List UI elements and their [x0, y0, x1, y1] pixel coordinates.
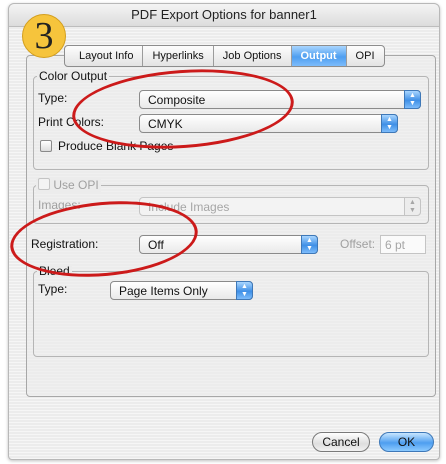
tab-output[interactable]: Output [291, 46, 347, 66]
color-output-group-label: Color Output [37, 69, 110, 83]
use-opi-group-label: Use OPI [36, 178, 101, 192]
images-value: Include Images [148, 200, 230, 214]
images-label: Images: [38, 198, 81, 212]
produce-blank-pages-label: Produce Blank Pages [58, 139, 174, 153]
print-colors-label: Print Colors: [38, 115, 105, 129]
bleed-group: Bleed Type: Page Items Only ▲ ▼ [33, 264, 429, 357]
cancel-button[interactable]: Cancel [312, 432, 370, 452]
popup-arrows-icon: ▲ ▼ [404, 197, 421, 216]
output-tab-panel: Color Output Type: Composite ▲ ▼ Print Co… [26, 55, 436, 397]
use-opi-group: Use OPI Images: Include Images ▲ ▼ [33, 178, 429, 224]
offset-field[interactable]: 6 pt [380, 235, 426, 254]
color-type-label: Type: [38, 91, 68, 105]
bleed-group-label: Bleed [37, 264, 72, 278]
popup-arrows-icon: ▲ ▼ [236, 281, 253, 300]
tab-bar: Layout Info Hyperlinks Job Options Outpu… [64, 45, 385, 67]
tab-opi[interactable]: OPI [347, 46, 384, 66]
registration-popup[interactable]: Off ▲ ▼ [139, 235, 318, 254]
registration-label: Registration: [31, 237, 99, 251]
step-number-badge: 3 [22, 14, 66, 58]
window-title: PDF Export Options for banner1 [9, 4, 439, 27]
print-colors-popup[interactable]: CMYK ▲ ▼ [139, 114, 398, 133]
tab-hyperlinks[interactable]: Hyperlinks [143, 46, 214, 66]
tab-job-options[interactable]: Job Options [214, 46, 292, 66]
popup-arrows-icon: ▲ ▼ [404, 90, 421, 109]
produce-blank-pages-checkbox[interactable] [40, 140, 52, 152]
color-type-popup[interactable]: Composite ▲ ▼ [139, 90, 421, 109]
use-opi-checkbox[interactable] [38, 178, 50, 190]
bleed-type-popup[interactable]: Page Items Only ▲ ▼ [110, 281, 253, 300]
tab-layout-info[interactable]: Layout Info [65, 46, 144, 66]
ok-button[interactable]: OK [379, 432, 434, 452]
bleed-type-value: Page Items Only [119, 284, 208, 298]
offset-label: Offset: [340, 237, 376, 251]
bleed-type-label: Type: [38, 282, 68, 296]
color-type-value: Composite [148, 93, 206, 107]
print-colors-value: CMYK [148, 117, 183, 131]
registration-value: Off [148, 238, 164, 252]
popup-arrows-icon: ▲ ▼ [381, 114, 398, 133]
use-opi-label: Use OPI [53, 178, 99, 192]
images-popup[interactable]: Include Images ▲ ▼ [139, 197, 421, 216]
popup-arrows-icon: ▲ ▼ [301, 235, 318, 254]
color-output-group: Color Output Type: Composite ▲ ▼ Print Co… [33, 69, 429, 170]
pdf-export-dialog: PDF Export Options for banner1 Color Out… [8, 3, 440, 460]
